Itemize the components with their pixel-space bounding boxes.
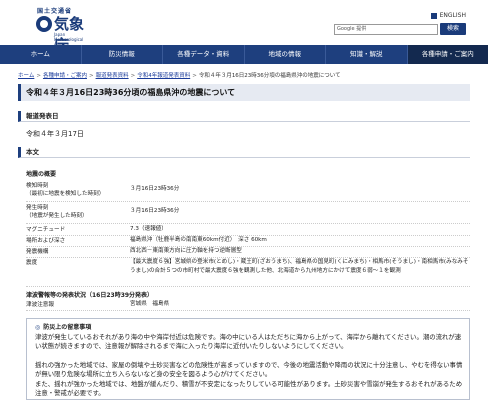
table-row: マグニチュード 7.3（速報値） <box>26 225 470 236</box>
caution-paragraph: また、揺れが強かった地域では、地盤が緩んだり、積雪が不安定になったりしている可能… <box>35 380 463 397</box>
breadcrumb: ホーム > 各種申請・ご案内 > 報道発表資料 > 令和4年報道発表資料 > 令和４年３月16日… <box>18 73 341 79</box>
breadcrumb-home[interactable]: ホーム <box>18 73 34 79</box>
row-key: 発震機構 <box>26 249 49 255</box>
search-placeholder: Google 提供 <box>337 26 367 32</box>
nav-applications[interactable]: 各種申請・ご案内 <box>407 45 488 64</box>
row-value: 【最大震度６強】宮城県の登米市(とめし)・蔵王町(ざおうまち)、福島県の国見町(… <box>130 259 469 274</box>
breadcrumb-press[interactable]: 報道発表資料 <box>96 73 129 79</box>
site-header: 国土交通省 気象庁 Japan Meteorological Agency EN… <box>0 0 488 54</box>
breadcrumb-press-r4[interactable]: 令和4年報道発表資料 <box>137 73 190 79</box>
row-value: ３月16日23時36分 <box>130 186 180 192</box>
row-key: 発生時刻 <box>26 205 49 211</box>
nav-data[interactable]: 各種データ・資料 <box>163 45 245 64</box>
row-key: 震度 <box>26 260 38 266</box>
jma-emblem-icon <box>36 16 52 32</box>
caution-heading: ◎ 防災上の留意事項 <box>35 322 91 331</box>
row-value: 福島県沖（牡鹿半島の南南東60km付近） 深さ 60km <box>130 237 267 243</box>
table-row: 震度 【最大震度６強】宮城県の登米市(とめし)・蔵王町(ざおうまち)、福島県の国… <box>26 258 470 287</box>
table-row: 発震機構 西北西－東南東方向に圧力軸を持つ逆断層型 <box>26 247 470 258</box>
tsunami-heading: 津波警報等の発表状況（16日23時39分発表） <box>26 292 154 299</box>
table-row: 場所および深さ 福島県沖（牡鹿半島の南南東60km付近） 深さ 60km <box>26 236 470 247</box>
search-input[interactable]: Google 提供 <box>334 24 438 35</box>
table-row: 発生時刻 （地震が発生した時刻） ３月16日23時36分 <box>26 203 470 224</box>
table-row: 検知時刻 （最初に地震を検知した時刻） ３月16日23時36分 <box>26 181 470 202</box>
row-key: 津波注意報 <box>26 302 54 308</box>
bullet-icon: ◎ <box>35 324 41 331</box>
caution-heading-text: 防災上の留意事項 <box>43 324 92 331</box>
nav-home[interactable]: ホーム <box>0 45 82 64</box>
nav-knowledge[interactable]: 知識・解説 <box>326 45 408 64</box>
search-button[interactable]: 検索 <box>440 23 466 35</box>
breadcrumb-current: 令和４年３月16日23時36分頃の福島県沖の地震について <box>198 73 341 79</box>
row-key: 検知時刻 <box>26 183 49 189</box>
globe-icon <box>430 12 437 19</box>
row-value: 7.3（速報値） <box>130 226 167 232</box>
row-value: 宮城県 福島県 <box>130 301 170 307</box>
row-key: 場所および深さ <box>26 238 66 244</box>
page-title: 令和４年３月16日23時36分頃の福島県沖の地震について <box>18 84 470 101</box>
release-date: 令和４年３月17日 <box>26 130 84 138</box>
jma-logo[interactable]: 国土交通省 気象庁 Japan Meteorological Agency <box>18 6 92 54</box>
caution-paragraph: 津波が発生しているおそれがあり海の中や海岸付近は危険です。海の中にいる人はただち… <box>35 333 462 350</box>
nav-disaster-info[interactable]: 防災情報 <box>82 45 163 64</box>
caution-paragraph: 揺れの強かった地域では、家屋の倒壊や土砂災害などの危険性が高まっていますので、今… <box>35 361 463 378</box>
main-nav: ホーム 防災情報 各種データ・資料 地域の情報 知識・解説 各種申請・ご案内 <box>0 45 488 64</box>
nav-regional[interactable]: 地域の情報 <box>245 45 326 64</box>
release-date-heading: 報道発表日 <box>18 111 470 122</box>
breadcrumb-applications[interactable]: 各種申請・ご案内 <box>43 73 87 79</box>
english-label: ENGLISH <box>439 12 466 19</box>
row-key: マグニチュード <box>26 227 66 233</box>
english-link[interactable]: ENGLISH <box>430 12 466 19</box>
row-key-note: （地震が発生した時刻） <box>26 213 88 219</box>
row-value: 西北西－東南東方向に圧力軸を持つ逆断層型 <box>130 248 242 254</box>
overview-heading: 地震の概要 <box>26 171 57 178</box>
row-value: ３月16日23時36分 <box>130 208 180 214</box>
table-row: 津波注意報 宮城県 福島県 <box>26 300 470 311</box>
body-heading: 本文 <box>18 147 470 158</box>
disaster-caution-box: ◎ 防災上の留意事項 津波が発生しているおそれがあり海の中や海岸付近は危険です。海… <box>26 318 470 400</box>
row-key-note: （最初に地震を検知した時刻） <box>26 191 105 197</box>
